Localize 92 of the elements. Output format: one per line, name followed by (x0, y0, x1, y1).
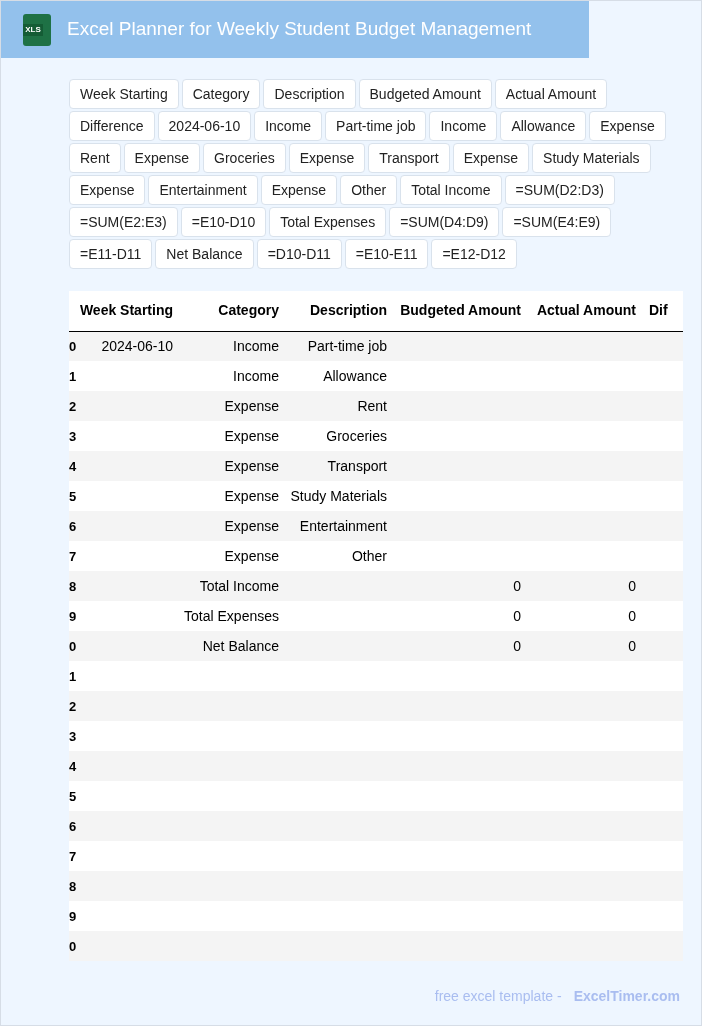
row-index: 9 (69, 908, 77, 924)
column-header: Description (310, 302, 387, 319)
table-cell: Income (233, 337, 279, 354)
spreadsheet-file-icon: XLS (23, 13, 51, 46)
table-cell: Total Income (199, 577, 279, 594)
footer-link[interactable]: ExcelTimer.com (573, 986, 680, 1007)
table-cell: Expense (224, 457, 279, 474)
table-cell: Expense (224, 397, 279, 414)
row-index: 0 (69, 638, 77, 654)
value-chip: Actual Amount (494, 79, 608, 109)
row-index: 2 (69, 398, 77, 414)
value-chip: Expense (69, 175, 146, 205)
row-index: 8 (69, 578, 77, 594)
row-index: 5 (69, 488, 77, 504)
table-cell: Net Balance (202, 637, 279, 654)
table-cell: 0 (513, 577, 521, 594)
row-index: 6 (69, 818, 77, 834)
row-index: 8 (69, 878, 77, 894)
value-chip: Budgeted Amount (358, 79, 492, 109)
value-chip: =E12-D12 (431, 239, 517, 269)
table-cell: Expense (224, 547, 279, 564)
value-chip: =SUM(E4:E9) (502, 207, 612, 237)
row-index: 4 (69, 758, 77, 774)
value-chip: Description (263, 79, 356, 109)
value-chip: Expense (589, 111, 666, 141)
table-cell: 0 (513, 637, 521, 654)
row-index: 7 (69, 848, 77, 864)
value-chip: Expense (260, 175, 338, 205)
table-cell: 0 (513, 607, 521, 624)
table-cell: Income (233, 367, 279, 384)
column-header: Week Starting (79, 302, 173, 319)
value-chip: Rent (69, 143, 121, 173)
value-chip: =E10-D10 (180, 207, 267, 237)
value-chip: Study Materials (532, 143, 651, 173)
row-index: 1 (69, 368, 77, 384)
table-cell: Study Materials (290, 487, 387, 504)
row-index: 9 (69, 608, 77, 624)
value-chip: Groceries (203, 143, 286, 173)
value-chip: =SUM(D4:D9) (389, 207, 500, 237)
value-chip: 2024-06-10 (157, 111, 252, 141)
column-header: Dif (649, 302, 668, 319)
row-index: 3 (69, 428, 77, 444)
value-chip: Net Balance (155, 239, 254, 269)
table-cell: Allowance (323, 367, 387, 384)
table-cell: 0 (628, 637, 636, 654)
row-index: 2 (69, 698, 77, 714)
column-header: Actual Amount (536, 302, 636, 319)
value-chip: =D10-D11 (256, 239, 342, 269)
value-chip: =SUM(D2:D3) (504, 175, 615, 205)
table-cell: Rent (357, 397, 387, 414)
value-chip: Expense (123, 143, 201, 173)
row-index: 0 (69, 938, 77, 954)
value-chip: Week Starting (69, 79, 179, 109)
table-cell: Other (352, 547, 387, 564)
value-chip: Expense (288, 143, 366, 173)
table-cell: Entertainment (299, 517, 387, 534)
table-cell: Transport (327, 457, 387, 474)
table-cell: Part-time job (307, 337, 387, 354)
row-index: 6 (69, 518, 77, 534)
value-chip: Entertainment (148, 175, 258, 205)
page-title: Excel Planner for Weekly Student Budget Management (67, 17, 532, 42)
value-chip: =SUM(E2:E3) (69, 207, 178, 237)
table-cell: Expense (224, 487, 279, 504)
row-index: 5 (69, 788, 77, 804)
table-cell: 2024-06-10 (101, 337, 173, 354)
row-index: 1 (69, 668, 77, 684)
value-chip: Expense (452, 143, 530, 173)
value-chip: =E11-D11 (69, 239, 153, 269)
value-chip: =E10-E11 (344, 239, 429, 269)
table-cell: Total Expenses (184, 607, 279, 624)
row-index: 0 (69, 338, 77, 354)
table-cell: 0 (628, 577, 636, 594)
column-header: Category (218, 302, 279, 319)
value-chip: Total Income (400, 175, 502, 205)
value-chip: Allowance (500, 111, 587, 141)
row-index: 3 (69, 728, 77, 744)
table-cell: Expense (224, 517, 279, 534)
row-index: 7 (69, 548, 77, 564)
table-cell: Expense (224, 427, 279, 444)
footer-text: free excel template - (434, 987, 562, 1006)
table-cell: Groceries (326, 427, 387, 444)
value-chip: Income (429, 111, 498, 141)
value-chip: Category (181, 79, 261, 109)
value-chip: Other (340, 175, 398, 205)
value-chip: Difference (69, 111, 155, 141)
table-cell: 0 (628, 607, 636, 624)
value-chip: Transport (368, 143, 450, 173)
value-chip: Total Expenses (269, 207, 387, 237)
value-chip: Part-time job (325, 111, 427, 141)
column-header: Budgeted Amount (400, 302, 521, 319)
row-index: 4 (69, 458, 77, 474)
value-chip: Income (254, 111, 323, 141)
